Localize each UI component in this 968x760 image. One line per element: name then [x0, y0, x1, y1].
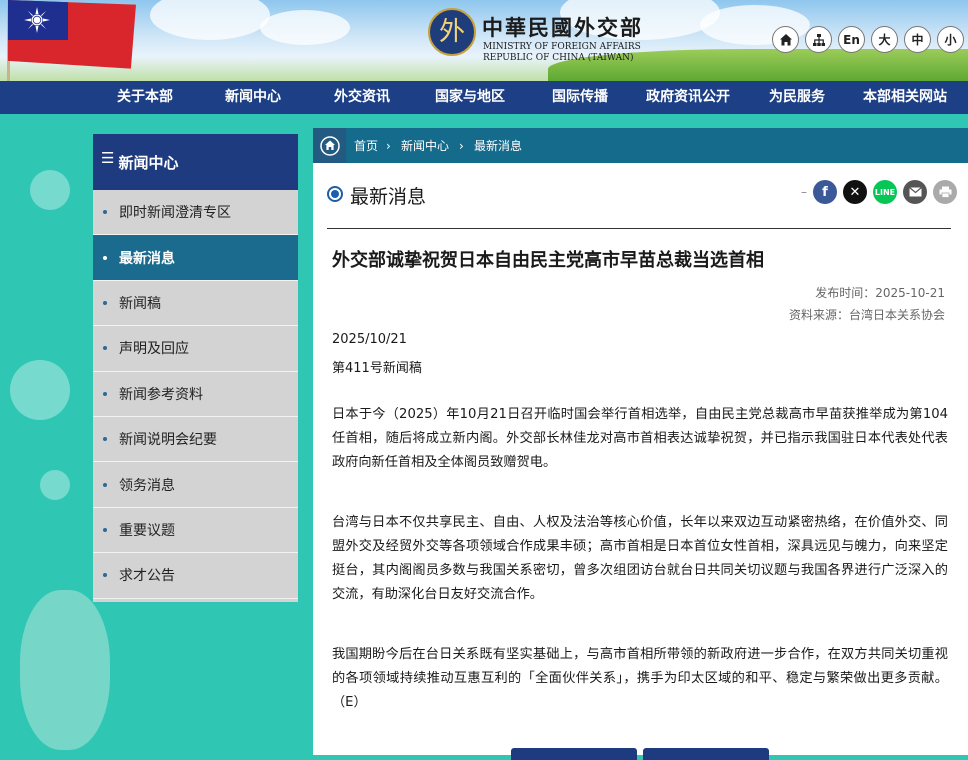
- ministry-name-en[interactable]: MINISTRY OF FOREIGN AFFAIRS REPUBLIC OF …: [483, 42, 641, 64]
- breadcrumb-latest-news[interactable]: 最新消息: [474, 128, 522, 163]
- line-icon: LINE: [874, 187, 896, 197]
- nav-item-countries[interactable]: 国家与地区: [435, 81, 505, 114]
- article-paragraph: 我国期盼今后在台日关系既有坚实基础上，与高市首相所带领的新政府进一步合作，在双方…: [332, 647, 948, 710]
- sitemap-icon: [812, 33, 825, 46]
- breadcrumb-news-center[interactable]: 新闻中心: [401, 128, 449, 163]
- bullet-icon: [103, 573, 107, 578]
- sidebar-item-briefings[interactable]: 新闻说明会纪要: [93, 417, 298, 463]
- article-paragraph: 日本于今（2025）年10月21日召开临时国会举行首相选举，自由民主党总裁高市早…: [332, 407, 948, 470]
- mofa-emblem-icon[interactable]: 外: [428, 8, 476, 56]
- ministry-name-en-line1: MINISTRY OF FOREIGN AFFAIRS: [483, 42, 641, 52]
- main-nav: 关于本部 新闻中心 外交资讯 国家与地区 国际传播 政府资讯公开 为民服务 本部…: [0, 81, 968, 114]
- home-button[interactable]: [772, 26, 799, 53]
- english-button[interactable]: En: [838, 26, 865, 53]
- article-paragraph: 台湾与日本不仅共享民主、自由、人权及法治等核心价值，长年以来双边互动紧密热络，在…: [332, 515, 948, 602]
- bullet-icon: [103, 482, 107, 487]
- bullet-icon: [103, 255, 107, 260]
- article-source: 资料来源：台湾日本关系协会: [788, 308, 945, 322]
- sidebar-item-label: 新闻稿: [119, 295, 161, 312]
- bottom-buttons: [511, 748, 769, 760]
- flag-canton: [8, 0, 68, 40]
- menu-icon: ☰: [101, 149, 115, 167]
- sidebar-title: 新闻中心: [118, 153, 179, 172]
- title-divider: [327, 228, 951, 229]
- bullet-icon: [103, 527, 107, 532]
- header-tools: En 大 中 小: [772, 26, 964, 53]
- sidebar-item-issues[interactable]: 重要议题: [93, 508, 298, 554]
- ministry-name-en-line2: REPUBLIC OF CHINA (TAIWAN): [483, 53, 634, 63]
- x-share-button[interactable]: ✕: [843, 180, 867, 204]
- font-large-button[interactable]: 大: [871, 26, 898, 53]
- nav-item-related-sites[interactable]: 本部相关网站: [863, 81, 947, 114]
- sidebar-item-label: 新闻参考资料: [119, 386, 203, 403]
- font-medium-button[interactable]: 中: [904, 26, 931, 53]
- bullet-icon: [103, 210, 107, 215]
- sidebar-item-press-releases[interactable]: 新闻稿: [93, 281, 298, 327]
- share-divider: –: [801, 185, 807, 199]
- facebook-share-button[interactable]: f: [813, 180, 837, 204]
- nav-item-open-gov[interactable]: 政府资讯公开: [646, 81, 730, 114]
- share-bar: – f ✕ LINE: [801, 180, 957, 204]
- roc-flag-icon: [8, 0, 136, 69]
- mail-share-button[interactable]: [903, 180, 927, 204]
- sidebar-item-label: 即时新闻澄清专区: [119, 205, 231, 222]
- flower-decoration: [10, 360, 70, 420]
- sidebar-item-jobs[interactable]: 求才公告: [93, 553, 298, 599]
- home-icon: [319, 135, 340, 156]
- sidebar: ☰ 新闻中心 即时新闻澄清专区 最新消息 新闻稿 声明及回应 新闻参考资料 新闻…: [93, 134, 298, 602]
- chevron-right-icon: ›: [459, 139, 464, 153]
- home-icon: [779, 33, 792, 45]
- nav-item-news[interactable]: 新闻中心: [225, 81, 281, 114]
- chevron-right-icon: ›: [386, 139, 391, 153]
- article-date: 2025/10/21: [332, 332, 407, 347]
- bullet-icon: [103, 346, 107, 351]
- print-button[interactable]: [933, 180, 957, 204]
- print-icon: [939, 186, 951, 198]
- press-release-number: 第411号新闻稿: [332, 361, 422, 376]
- flower-decoration: [30, 170, 70, 210]
- section-title: 最新消息: [350, 186, 427, 208]
- sidebar-item-statements[interactable]: 声明及回应: [93, 326, 298, 372]
- sidebar-item-clarification[interactable]: 即时新闻澄清专区: [93, 190, 298, 236]
- cloud-decoration: [150, 0, 270, 40]
- ministry-name-cn[interactable]: 中華民國外交部: [482, 12, 643, 42]
- sidebar-item-label: 最新消息: [119, 250, 175, 267]
- sidebar-header: ☰ 新闻中心: [93, 134, 298, 190]
- sitemap-button[interactable]: [805, 26, 832, 53]
- nav-item-about[interactable]: 关于本部: [117, 81, 173, 114]
- sidebar-item-label: 求才公告: [119, 568, 175, 585]
- facebook-icon: f: [822, 184, 828, 200]
- white-sun-icon: [24, 7, 50, 33]
- bullet-icon: [103, 300, 107, 305]
- nav-item-diplomacy[interactable]: 外交资讯: [334, 81, 390, 114]
- sidebar-item-latest-news[interactable]: 最新消息: [93, 235, 298, 281]
- publish-date: 发布时间：2025-10-21: [815, 286, 945, 300]
- nav-item-international[interactable]: 国际传播: [552, 81, 608, 114]
- bottom-button[interactable]: [643, 748, 769, 760]
- flower-decoration: [40, 470, 70, 500]
- sidebar-item-label: 领务消息: [119, 477, 175, 494]
- section-bullet-icon: [327, 186, 343, 202]
- sidebar-item-reference[interactable]: 新闻参考资料: [93, 372, 298, 417]
- bird-decoration: [20, 590, 110, 750]
- sidebar-item-label: 声明及回应: [119, 341, 189, 358]
- bullet-icon: [103, 437, 107, 442]
- bottom-button[interactable]: [511, 748, 637, 760]
- sidebar-item-label: 重要议题: [119, 522, 175, 539]
- article-title: 外交部诚挚祝贺日本自由民主党高市早苗总裁当选首相: [332, 250, 764, 271]
- mail-icon: [908, 187, 922, 197]
- x-icon: ✕: [849, 184, 861, 200]
- bullet-icon: [103, 391, 107, 396]
- breadcrumb-home-button[interactable]: [313, 128, 346, 163]
- font-small-button[interactable]: 小: [937, 26, 964, 53]
- site-header: 外 中華民國外交部 MINISTRY OF FOREIGN AFFAIRS RE…: [0, 0, 968, 81]
- line-share-button[interactable]: LINE: [873, 180, 897, 204]
- nav-item-services[interactable]: 为民服务: [769, 81, 825, 114]
- breadcrumb: 首页 › 新闻中心 › 最新消息: [313, 128, 968, 163]
- breadcrumb-home[interactable]: 首页: [354, 128, 378, 163]
- cloud-decoration: [260, 10, 350, 45]
- sidebar-item-label: 新闻说明会纪要: [119, 432, 217, 449]
- sidebar-item-consular[interactable]: 领务消息: [93, 462, 298, 508]
- main-content: 首页 › 新闻中心 › 最新消息 最新消息 – f ✕ LINE 外交部诚挚祝贺…: [313, 128, 968, 760]
